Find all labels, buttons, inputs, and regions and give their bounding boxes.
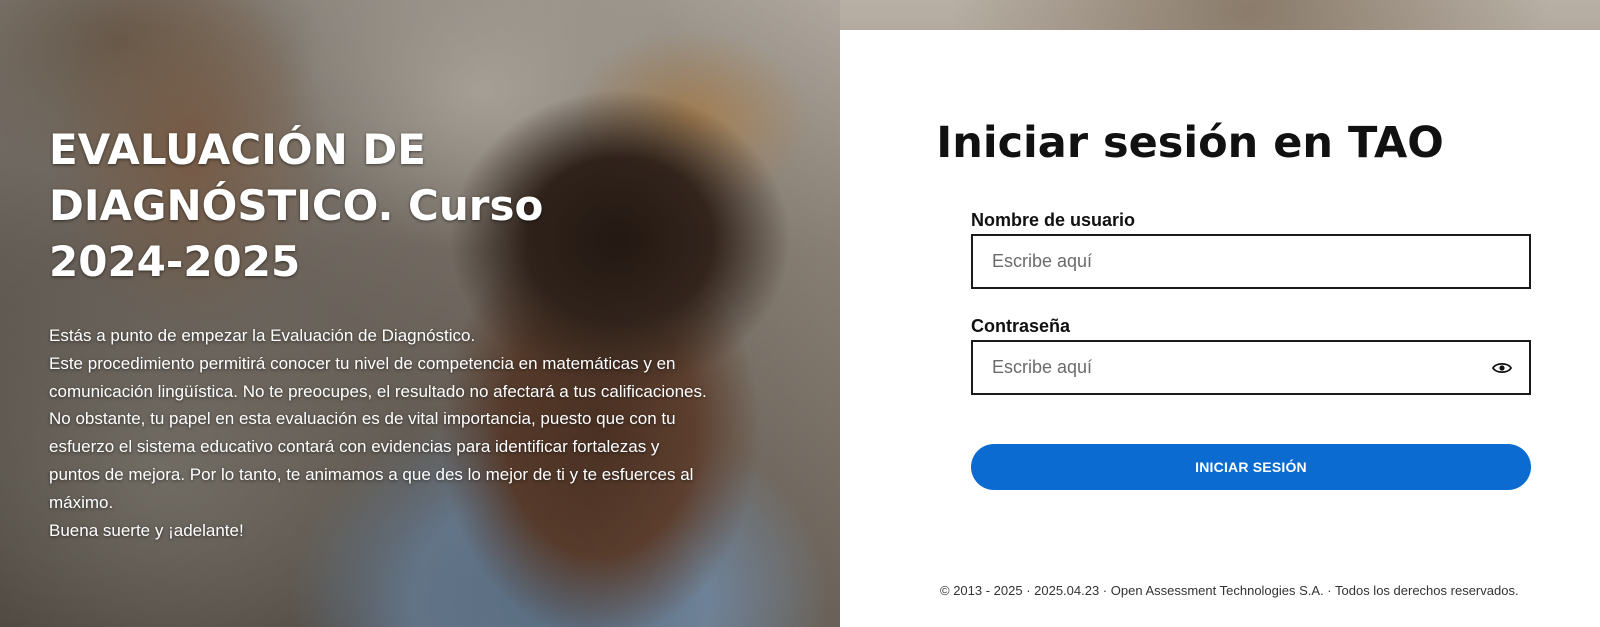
login-title: Iniciar sesión en TAO [936,118,1444,168]
hero-paragraph: No obstante, tu papel en esta evaluación… [49,409,694,512]
password-label: Contraseña [971,316,1071,336]
password-input[interactable] [973,342,1529,393]
hero-paragraph: Este procedimiento permitirá conocer tu … [49,353,707,401]
hero-paragraph: Estás a punto de empezar la Evaluación d… [49,326,476,345]
username-field [971,234,1531,289]
login-panel: Iniciar sesión en TAO Nombre de usuario … [840,30,1600,627]
hero-title: EVALUACIÓN DE DIAGNÓSTICO. Curso 2024-20… [49,125,544,286]
footer-copyright: © 2013 - 2025 · 2025.04.23 · Open Assess… [940,583,1519,598]
password-field [971,340,1531,395]
username-label: Nombre de usuario [971,210,1136,230]
show-password-eye-icon[interactable] [1491,360,1513,376]
username-input[interactable] [973,236,1529,287]
hero-paragraph: Buena suerte y ¡adelante! [49,520,244,540]
login-page: EVALUACIÓN DE DIAGNÓSTICO. Curso 2024-20… [0,0,1600,627]
login-submit-button[interactable]: INICIAR SESIÓN [971,444,1531,490]
hero-content: EVALUACIÓN DE DIAGNÓSTICO. Curso 2024-20… [49,122,709,544]
hero-intro: Estás a punto de empezar la Evaluación d… [49,322,709,544]
